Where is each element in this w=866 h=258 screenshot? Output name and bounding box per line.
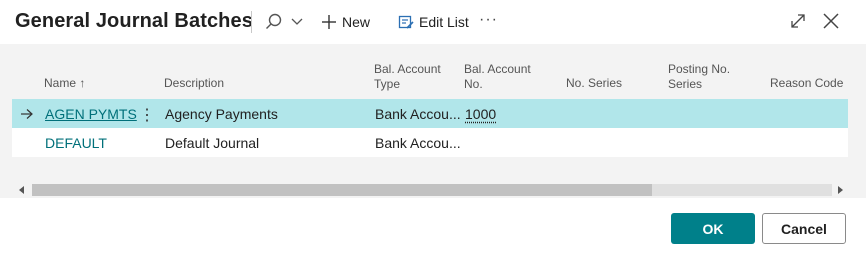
close-button[interactable] [821, 11, 841, 36]
column-header-bal-account-no[interactable]: Bal. Account No. [464, 62, 531, 92]
column-header-posting-no-series[interactable]: Posting No. Series [668, 62, 730, 92]
new-button-label: New [342, 14, 371, 30]
toolbar-divider [251, 11, 252, 33]
scroll-right-icon[interactable] [836, 186, 844, 194]
dialog-footer: OK Cancel [0, 198, 866, 258]
plus-icon [322, 15, 336, 29]
edit-list-button[interactable]: Edit List [398, 10, 469, 34]
bal-account-type-cell: Bank Accou... [375, 135, 461, 151]
search-icon [266, 13, 282, 29]
dialog-header: General Journal Batches New Edit List ··… [0, 0, 866, 44]
column-header-name[interactable]: Name ↑ [44, 76, 85, 91]
horizontal-scrollbar[interactable] [12, 181, 848, 198]
kebab-icon[interactable]: ⋮ [139, 105, 155, 125]
description-cell: Default Journal [165, 135, 260, 151]
bal-account-type-cell: Bank Accou... [375, 106, 461, 122]
more-options-button[interactable]: ··· [479, 8, 498, 32]
description-cell: Agency Payments [165, 106, 278, 122]
table-row[interactable]: DEFAULT Default Journal Bank Accou... [12, 128, 848, 157]
table-row[interactable]: AGEN PYMTS ⋮ Agency Payments Bank Accou.… [12, 99, 848, 128]
page-title: General Journal Batches [15, 10, 253, 32]
column-header-reason-code[interactable]: Reason Code [770, 76, 843, 91]
ok-button[interactable]: OK [671, 213, 755, 244]
scroll-left-icon[interactable] [18, 186, 26, 194]
chevron-down-icon [291, 18, 303, 25]
column-header-no-series[interactable]: No. Series [566, 76, 622, 91]
batch-name-link[interactable]: AGEN PYMTS [45, 106, 137, 122]
search-button[interactable] [264, 10, 306, 34]
journal-batches-grid: Name ↑ Description Bal. Account Type Bal… [0, 44, 866, 198]
scrollbar-thumb[interactable] [32, 184, 652, 196]
expand-icon [791, 14, 805, 28]
column-header-bal-account-type[interactable]: Bal. Account Type [374, 62, 441, 92]
close-icon [823, 13, 839, 29]
row-arrow-icon [21, 109, 33, 119]
cancel-button[interactable]: Cancel [762, 213, 846, 244]
more-icon: ··· [479, 11, 498, 28]
batch-name-link[interactable]: DEFAULT [45, 135, 107, 151]
edit-list-icon [398, 15, 414, 29]
sort-ascending-icon: ↑ [79, 76, 86, 90]
bal-account-no-cell[interactable]: 1000 [465, 106, 496, 122]
edit-list-button-label: Edit List [419, 14, 469, 30]
expand-button[interactable] [789, 12, 807, 35]
column-header-description[interactable]: Description [164, 76, 224, 91]
new-button[interactable]: New [321, 10, 370, 34]
